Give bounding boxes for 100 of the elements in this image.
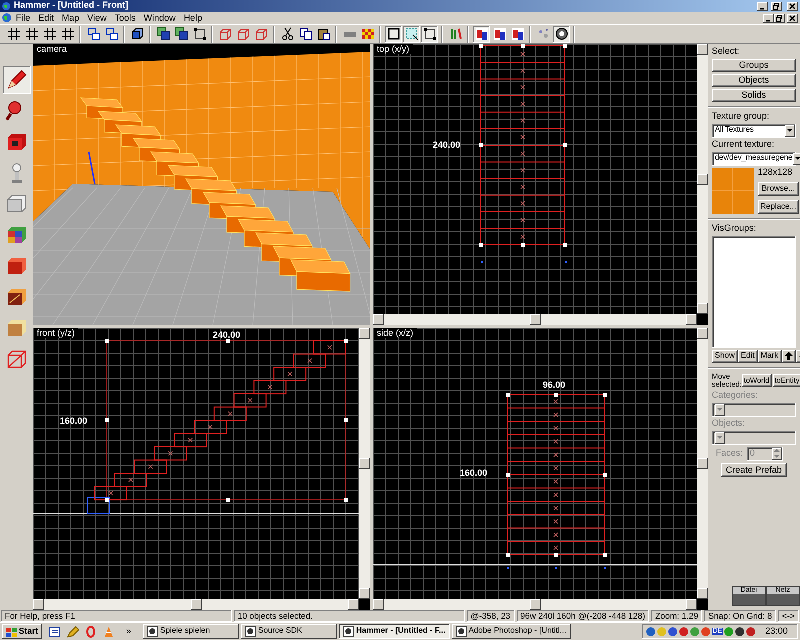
vertical-scrollbar[interactable] [697, 328, 708, 599]
toolbar-button[interactable] [173, 26, 190, 42]
quick-launch-button[interactable] [66, 624, 80, 638]
select-mode-button[interactable]: Objects [712, 74, 796, 87]
tray-icon [656, 626, 667, 636]
notepad-icon [49, 626, 62, 638]
menu-item[interactable]: File [12, 12, 35, 24]
status-pane: Snap: On Grid: 8 [704, 610, 776, 622]
toolbar-button[interactable] [191, 26, 208, 42]
taskbar-button[interactable]: Hammer - [Untitled - F... [339, 624, 450, 639]
program-icon [147, 626, 158, 637]
start-button[interactable]: Start [2, 624, 42, 639]
field-label: Texture group: [712, 112, 771, 122]
visgroups-list[interactable] [712, 236, 796, 348]
dimension-label: 160.00 [460, 468, 488, 478]
menu-item[interactable]: View [84, 12, 111, 24]
viewport-label[interactable]: side (x/z) [374, 328, 417, 338]
spin-arrows-icon [774, 449, 780, 458]
select-mode-button[interactable]: Groups [712, 58, 796, 72]
toolbar-button[interactable] [421, 26, 438, 42]
toolbar-button[interactable] [5, 26, 22, 42]
texture-button[interactable]: Browse... [758, 182, 799, 196]
menu-item[interactable]: Tools [110, 12, 140, 24]
copy-icon [298, 27, 312, 41]
visgroup-button[interactable]: Mark [758, 350, 782, 363]
toolbar-button[interactable] [509, 26, 526, 42]
toolbar-button[interactable] [297, 26, 314, 42]
caret-icon [794, 157, 800, 160]
vertical-scrollbar[interactable] [359, 328, 370, 599]
layers-icon [86, 27, 100, 41]
quick-launch-button[interactable] [48, 624, 62, 638]
move-up-button[interactable] [782, 350, 796, 363]
up-arrow-icon [784, 352, 793, 360]
texture-size-text: 128x128 [758, 168, 794, 178]
close-icon [789, 2, 796, 10]
clipboard-icon [316, 27, 330, 41]
visgroup-button[interactable]: Show [712, 350, 738, 363]
taskbar-button[interactable]: Source SDK [241, 624, 338, 639]
tile-icon [474, 27, 488, 41]
horizontal-scrollbar[interactable] [33, 599, 359, 610]
toolbar-button[interactable] [403, 26, 420, 42]
field-label: Categories: [712, 391, 760, 401]
tray-icon [735, 626, 746, 636]
tray-icon [724, 626, 734, 636]
toolbar-button[interactable] [155, 26, 172, 42]
toolbar-button[interactable] [59, 26, 76, 42]
dimension-label: 96.00 [543, 380, 566, 390]
wire-cube-icon [254, 27, 268, 41]
viewport-label[interactable]: camera [34, 44, 70, 54]
menu-item[interactable]: Map [58, 12, 84, 24]
menu-item[interactable]: Edit [34, 12, 58, 24]
taskbar-button[interactable]: Adobe Photoshop - [Untitl... [452, 624, 571, 639]
toolbar-button[interactable] [23, 26, 40, 42]
menu-item[interactable]: Help [180, 12, 206, 24]
status-pane: For Help, press F1 [1, 610, 232, 622]
globe-icon [2, 13, 12, 23]
toolbar-button[interactable] [41, 26, 58, 42]
sticks-icon [448, 27, 462, 41]
close-button[interactable] [787, 14, 798, 22]
minimize-button[interactable] [757, 2, 768, 10]
texture-group-dropdown[interactable]: All Textures [712, 124, 796, 138]
vertical-scrollbar[interactable] [697, 44, 708, 314]
grid-icon [60, 27, 74, 41]
select-mode-button[interactable]: Solids [712, 88, 796, 102]
taskbar-button[interactable]: Spiele spielen [143, 624, 240, 639]
clock-text: 23:00 [765, 626, 788, 636]
field-label: Objects: [712, 418, 746, 429]
close-button[interactable] [787, 2, 798, 10]
toolbar-button[interactable] [385, 26, 402, 42]
texture-button[interactable]: Replace... [758, 200, 799, 214]
restore-button[interactable] [771, 2, 782, 10]
toolbar-button[interactable] [473, 26, 490, 42]
create-prefab-button[interactable]: Create Prefab [721, 462, 787, 477]
menu-item[interactable]: Window [140, 12, 180, 24]
tray-icon [668, 626, 678, 636]
grid-icon [24, 27, 38, 41]
status-pane: <-> [778, 610, 799, 622]
viewport-label[interactable]: top (x/y) [374, 44, 413, 54]
caret-icon [717, 408, 723, 412]
horizontal-scrollbar[interactable] [373, 314, 697, 325]
dimension-label: 160.00 [60, 416, 88, 426]
visgroup-button[interactable]: Edit [738, 350, 758, 363]
toolbar-button[interactable] [553, 26, 570, 42]
toolbar-button[interactable] [103, 26, 120, 42]
more-button[interactable]: » [120, 623, 138, 640]
toolbar-button[interactable] [491, 26, 508, 42]
toolbar-button[interactable] [85, 26, 102, 42]
ring-icon [85, 626, 98, 638]
restore-button[interactable] [774, 14, 785, 22]
cone-icon [103, 626, 116, 638]
cube-icon [130, 27, 144, 41]
horizontal-scrollbar[interactable] [373, 599, 697, 610]
tool-button[interactable] [2, 66, 30, 94]
status-pane: @-358, 23 [466, 610, 515, 622]
minimize-button[interactable] [763, 14, 774, 22]
sphere-icon [554, 27, 568, 41]
grid-icon [6, 27, 20, 41]
tray-icon [690, 626, 700, 636]
viewport-label[interactable]: front (y/z) [34, 328, 78, 338]
pencil-icon [67, 626, 80, 638]
